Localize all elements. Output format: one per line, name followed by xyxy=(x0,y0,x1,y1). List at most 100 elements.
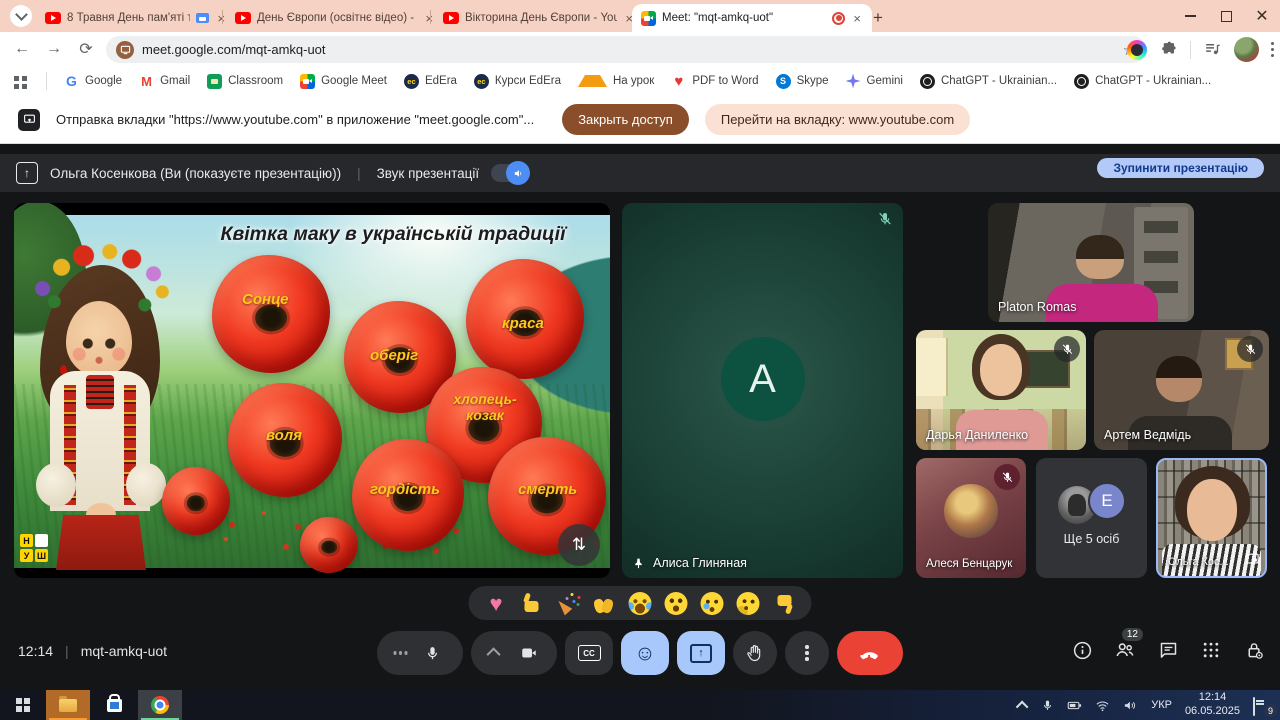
bookmark-kursy-edera[interactable]: ecКурси EdEra xyxy=(474,74,561,89)
bookmark-gemini[interactable]: Gemini xyxy=(846,74,903,89)
camera-options-icon[interactable] xyxy=(487,647,501,661)
minimize-icon xyxy=(1185,15,1196,17)
tray-mic-icon[interactable] xyxy=(1041,699,1054,712)
reaction-heart-icon[interactable] xyxy=(485,592,508,615)
presenting-bar: ↑ Ольга Косенкова (Ви (показуєте презент… xyxy=(0,154,1280,192)
extensions-puzzle-icon[interactable] xyxy=(1159,40,1178,59)
blouse-collar xyxy=(86,375,114,409)
tray-wifi-icon[interactable] xyxy=(1095,699,1110,712)
tab-youtube-1[interactable]: 8 Травня День пам'яті та п × xyxy=(36,4,236,32)
microphone-button[interactable] xyxy=(377,631,463,675)
avatar-initial: A xyxy=(749,357,776,402)
reaction-thumbs-down-icon[interactable] xyxy=(773,592,796,615)
smiley-icon xyxy=(634,643,655,664)
stop-sharing-button[interactable]: Закрыть доступ xyxy=(562,104,689,135)
poppy-flower xyxy=(300,517,358,573)
reaction-tada-icon[interactable] xyxy=(557,592,580,615)
presentation-tile[interactable]: Квітка маку в українській традиції xyxy=(14,203,610,578)
browser-menu-icon[interactable] xyxy=(1271,48,1275,52)
host-controls-button[interactable] xyxy=(1242,638,1266,662)
participant-tile-daria[interactable]: Дарья Даниленко xyxy=(916,330,1086,450)
reaction-joy-icon[interactable] xyxy=(629,592,652,615)
cast-screen-icon xyxy=(18,109,40,131)
bookmark-google[interactable]: GGoogle xyxy=(64,74,122,89)
reaction-thinking-icon[interactable] xyxy=(737,592,760,615)
captions-button[interactable] xyxy=(565,631,613,675)
apps-grid-icon[interactable] xyxy=(14,76,19,81)
back-button[interactable]: ← xyxy=(10,38,34,60)
profile-avatar[interactable] xyxy=(1234,37,1259,62)
tab-meet-active[interactable]: Meet: "mqt-amkq-uot" × xyxy=(632,4,872,32)
mic-options-icon[interactable] xyxy=(399,651,403,655)
bookmark-chatgpt-1[interactable]: ChatGPT - Ukrainian... xyxy=(920,74,1057,89)
reaction-thumbs-up-icon[interactable] xyxy=(521,592,544,615)
file-explorer-button[interactable] xyxy=(46,690,90,720)
reaction-clap-icon[interactable] xyxy=(593,592,616,615)
participant-tile-artem[interactable]: Артем Ведмідь xyxy=(1094,330,1269,450)
goto-tab-button[interactable]: Перейти на вкладку: www.youtube.com xyxy=(705,104,970,135)
meeting-details-button[interactable] xyxy=(1070,638,1094,662)
participant-tile-alesya[interactable]: Алеся Бенцарук xyxy=(916,458,1026,578)
notification-center-button[interactable]: 9 xyxy=(1253,698,1270,712)
new-tab-button[interactable]: + xyxy=(866,6,890,30)
tab-close-icon[interactable]: × xyxy=(851,12,863,25)
bookmark-pdf-to-word[interactable]: ♥PDF to Word xyxy=(671,74,758,89)
self-view-tile[interactable]: Ольга Кос... xyxy=(1156,458,1267,578)
hand-icon xyxy=(746,644,764,662)
presentation-sound-toggle[interactable] xyxy=(491,164,529,182)
address-bar[interactable]: meet.google.com/mqt-amkq-uot ☆ xyxy=(106,36,1146,63)
people-panel-button[interactable]: 12 xyxy=(1113,638,1137,662)
tray-volume-icon[interactable] xyxy=(1123,699,1138,712)
more-options-button[interactable] xyxy=(785,631,829,675)
window-minimize-button[interactable] xyxy=(1172,0,1208,32)
chat-panel-button[interactable] xyxy=(1156,638,1180,662)
watermark-logo xyxy=(35,534,48,547)
bookmark-naurok[interactable]: На урок xyxy=(578,75,654,87)
tray-expand-icon[interactable] xyxy=(1016,700,1029,713)
bookmark-classroom[interactable]: Classroom xyxy=(207,74,283,89)
forward-button[interactable]: → xyxy=(42,38,66,60)
reactions-bar xyxy=(469,586,812,620)
poppy-label: Сонце xyxy=(242,291,289,308)
taskbar-clock[interactable]: 12:14 06.05.2025 xyxy=(1185,691,1240,719)
bookmark-edera[interactable]: ecEdEra xyxy=(404,74,457,89)
camera-button[interactable] xyxy=(471,631,557,675)
tray-battery-icon[interactable] xyxy=(1067,699,1082,712)
toolbar-right-icons xyxy=(1127,36,1275,63)
microsoft-store-button[interactable] xyxy=(94,690,134,720)
recorder-extension-icon[interactable] xyxy=(1127,40,1147,60)
bookmark-label: Gmail xyxy=(160,75,190,87)
bookmark-gmail[interactable]: M Gmail xyxy=(139,74,190,89)
window-maximize-button[interactable] xyxy=(1208,0,1244,32)
stop-presentation-button[interactable]: Зупинити презентацію xyxy=(1097,158,1264,178)
pinned-participant-tile[interactable]: A Алиса Глиняная xyxy=(622,203,903,578)
bookmark-google-meet[interactable]: Google Meet xyxy=(300,74,387,89)
thumb-shape xyxy=(525,601,539,612)
present-button[interactable] xyxy=(677,631,725,675)
present-screen-icon: ↑ xyxy=(16,162,38,184)
overflow-participants-tile[interactable]: E Ще 5 осіб xyxy=(1036,458,1147,578)
bookmark-skype[interactable]: SSkype xyxy=(776,74,829,89)
tab-search-button[interactable] xyxy=(10,5,32,27)
tab-youtube-2[interactable]: День Європи (освітнє відео) - × xyxy=(226,4,444,32)
keyboard-language[interactable]: УКР xyxy=(1151,699,1172,711)
window-close-button[interactable]: ✕ xyxy=(1244,0,1280,32)
gmail-favicon: M xyxy=(139,74,154,89)
tab-sharing-indicator-icon[interactable] xyxy=(116,41,134,59)
resize-presentation-icon[interactable] xyxy=(558,524,600,566)
media-controls-icon[interactable] xyxy=(1203,40,1222,59)
participant-tile-platon[interactable]: Platon Romas xyxy=(988,203,1194,322)
tab-youtube-3[interactable]: Вікторина День Європи - YouT × xyxy=(434,4,644,32)
reaction-cry-icon[interactable] xyxy=(701,592,724,615)
raise-hand-button[interactable] xyxy=(733,631,777,675)
reaction-wow-icon[interactable] xyxy=(665,592,688,615)
slide-title: Квітка маку в українській традиції xyxy=(182,223,604,246)
start-button[interactable] xyxy=(0,690,46,720)
bookmark-chatgpt-2[interactable]: ChatGPT - Ukrainian... xyxy=(1074,74,1211,89)
chrome-taskbar-button[interactable] xyxy=(138,690,182,720)
reload-button[interactable]: ⟳ xyxy=(74,38,98,60)
reactions-button[interactable] xyxy=(621,631,669,675)
picture-in-picture-icon[interactable] xyxy=(1245,551,1260,571)
end-call-button[interactable] xyxy=(837,631,903,675)
activities-button[interactable] xyxy=(1199,638,1223,662)
